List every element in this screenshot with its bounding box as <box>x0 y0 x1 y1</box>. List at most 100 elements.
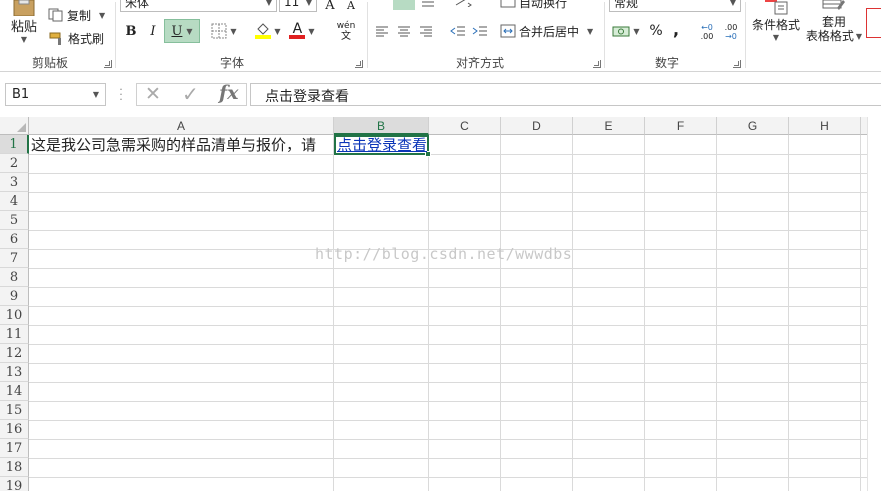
shrink-font-button[interactable]: A <box>341 0 361 15</box>
orientation-button[interactable] <box>450 0 478 10</box>
row-header[interactable]: 14 <box>0 382 29 401</box>
decrease-indent-button[interactable] <box>448 22 468 40</box>
row-header[interactable]: 11 <box>0 325 29 344</box>
gridline <box>29 458 881 459</box>
separator <box>115 2 116 68</box>
gridline <box>500 135 501 491</box>
align-middle-button[interactable] <box>417 0 439 10</box>
chevron-down-icon: ▼ <box>20 35 28 44</box>
insert-function-icon[interactable]: fx <box>219 82 239 104</box>
worksheet-grid[interactable]: A B C D E F G H 1 2 3 4 5 6 7 8 9 10 11 … <box>0 117 881 491</box>
row-header[interactable]: 4 <box>0 192 29 211</box>
bold-button[interactable]: B <box>121 21 141 41</box>
font-name-select[interactable]: 宋体 ▼ <box>120 0 277 12</box>
orientation-icon <box>455 0 472 7</box>
select-all-corner[interactable] <box>0 117 29 135</box>
chevron-down-icon: ▼ <box>587 26 594 36</box>
chevron-down-icon: ▼ <box>305 0 312 7</box>
row-header[interactable]: 6 <box>0 230 29 249</box>
comma-label: , <box>672 19 680 39</box>
enter-icon[interactable]: ✓ <box>182 82 199 106</box>
align-center-button[interactable] <box>395 22 413 40</box>
format-painter-button[interactable]: 格式刷 <box>48 29 104 47</box>
chevron-down-icon: ▼ <box>772 33 780 42</box>
formula-input[interactable]: 点击登录查看 <box>250 83 881 106</box>
align-left-button[interactable] <box>373 22 391 40</box>
column-header-a[interactable]: A <box>29 117 334 135</box>
format-as-table-button[interactable]: 套用 表格格式 ▼ <box>804 0 864 48</box>
format-as-table-label-1: 套用 <box>821 15 846 29</box>
font-color-button[interactable]: A ▼ <box>286 21 318 41</box>
align-right-button[interactable] <box>417 22 435 40</box>
decrease-decimal-button[interactable]: .00 →0 <box>721 21 741 43</box>
column-header-c[interactable]: C <box>429 117 501 135</box>
row-header[interactable]: 1 <box>0 135 29 154</box>
paste-button[interactable]: 粘贴 ▼ <box>4 0 44 48</box>
grow-font-button[interactable]: A <box>320 0 340 15</box>
alignment-launcher-icon[interactable] <box>593 60 601 68</box>
column-header-d[interactable]: D <box>501 117 573 135</box>
row-header[interactable]: 17 <box>0 439 29 458</box>
cell-styles-button[interactable] <box>866 8 881 38</box>
row-header[interactable]: 15 <box>0 401 29 420</box>
row-header[interactable]: 3 <box>0 173 29 192</box>
accounting-format-button[interactable]: ▼ <box>610 22 642 40</box>
percent-button[interactable]: % <box>646 22 666 40</box>
column-header-e[interactable]: E <box>573 117 645 135</box>
font-launcher-icon[interactable] <box>355 60 363 68</box>
align-top-button[interactable] <box>393 0 415 10</box>
wrap-text-button[interactable]: 自动换行 <box>500 0 567 10</box>
paste-label: 粘贴 <box>10 20 37 35</box>
cancel-icon[interactable]: ✕ <box>145 83 161 105</box>
row-header[interactable]: 16 <box>0 420 29 439</box>
row-header[interactable]: 12 <box>0 344 29 363</box>
row-header[interactable]: 10 <box>0 306 29 325</box>
separator <box>745 2 746 68</box>
alignment-group-title: 对齐方式 <box>455 56 504 70</box>
underline-button[interactable]: U ▼ <box>164 19 200 43</box>
name-box[interactable]: B1 ▼ <box>5 83 106 106</box>
row-header[interactable]: 9 <box>0 287 29 306</box>
row-header[interactable]: 8 <box>0 268 29 287</box>
increase-indent-button[interactable] <box>470 22 490 40</box>
row-header[interactable]: 7 <box>0 249 29 268</box>
column-header-g[interactable]: G <box>717 117 789 135</box>
column-header-f[interactable]: F <box>645 117 717 135</box>
decrease-decimal-top: .00 <box>724 23 738 32</box>
conditional-format-button[interactable]: 条件格式 ▼ <box>749 0 803 48</box>
gridline <box>860 135 861 491</box>
percent-label: % <box>649 23 663 39</box>
chevron-down-icon: ▼ <box>308 26 315 36</box>
comma-button[interactable]: , <box>668 19 684 39</box>
vertical-scrollbar[interactable] <box>867 117 881 491</box>
clipboard-launcher-icon[interactable] <box>104 60 112 68</box>
align-left-icon <box>376 26 388 37</box>
copy-button[interactable]: 复制 ▼ <box>48 6 105 24</box>
more-options-icon[interactable]: · · · <box>118 84 124 105</box>
increase-decimal-button[interactable]: ←0 .00 <box>697 21 717 43</box>
phonetic-button[interactable]: wén 文 <box>330 21 362 43</box>
row-header[interactable]: 5 <box>0 211 29 230</box>
italic-button[interactable]: I <box>143 21 163 41</box>
fill-color-button[interactable]: ▼ <box>252 21 284 41</box>
column-header-b[interactable]: B <box>334 117 429 135</box>
underline-label: U <box>171 23 183 39</box>
number-launcher-icon[interactable] <box>733 60 741 68</box>
row-header[interactable]: 13 <box>0 363 29 382</box>
row-header[interactable]: 19 <box>0 477 29 491</box>
column-header-h[interactable]: H <box>789 117 861 135</box>
number-group-title: 数字 <box>654 56 679 70</box>
align-center-icon <box>398 26 410 37</box>
number-format-select[interactable]: 常规 ▼ <box>609 0 741 12</box>
row-header[interactable]: 18 <box>0 458 29 477</box>
font-size-select[interactable]: 11 ▼ <box>279 0 317 12</box>
border-button[interactable]: ▼ <box>208 22 240 40</box>
row-header[interactable]: 2 <box>0 154 29 173</box>
font-color-letter: A <box>292 21 303 37</box>
cell-a1[interactable]: 这是我公司急需采购的样品清单与报价，请 <box>31 136 334 155</box>
merge-center-button[interactable]: 合并后居中 ▼ <box>500 21 593 41</box>
chevron-down-icon: ▼ <box>92 90 99 99</box>
align-middle-icon <box>422 1 434 7</box>
hyperlink-login[interactable]: 点击登录查看 <box>337 136 427 155</box>
gridline <box>29 344 881 345</box>
